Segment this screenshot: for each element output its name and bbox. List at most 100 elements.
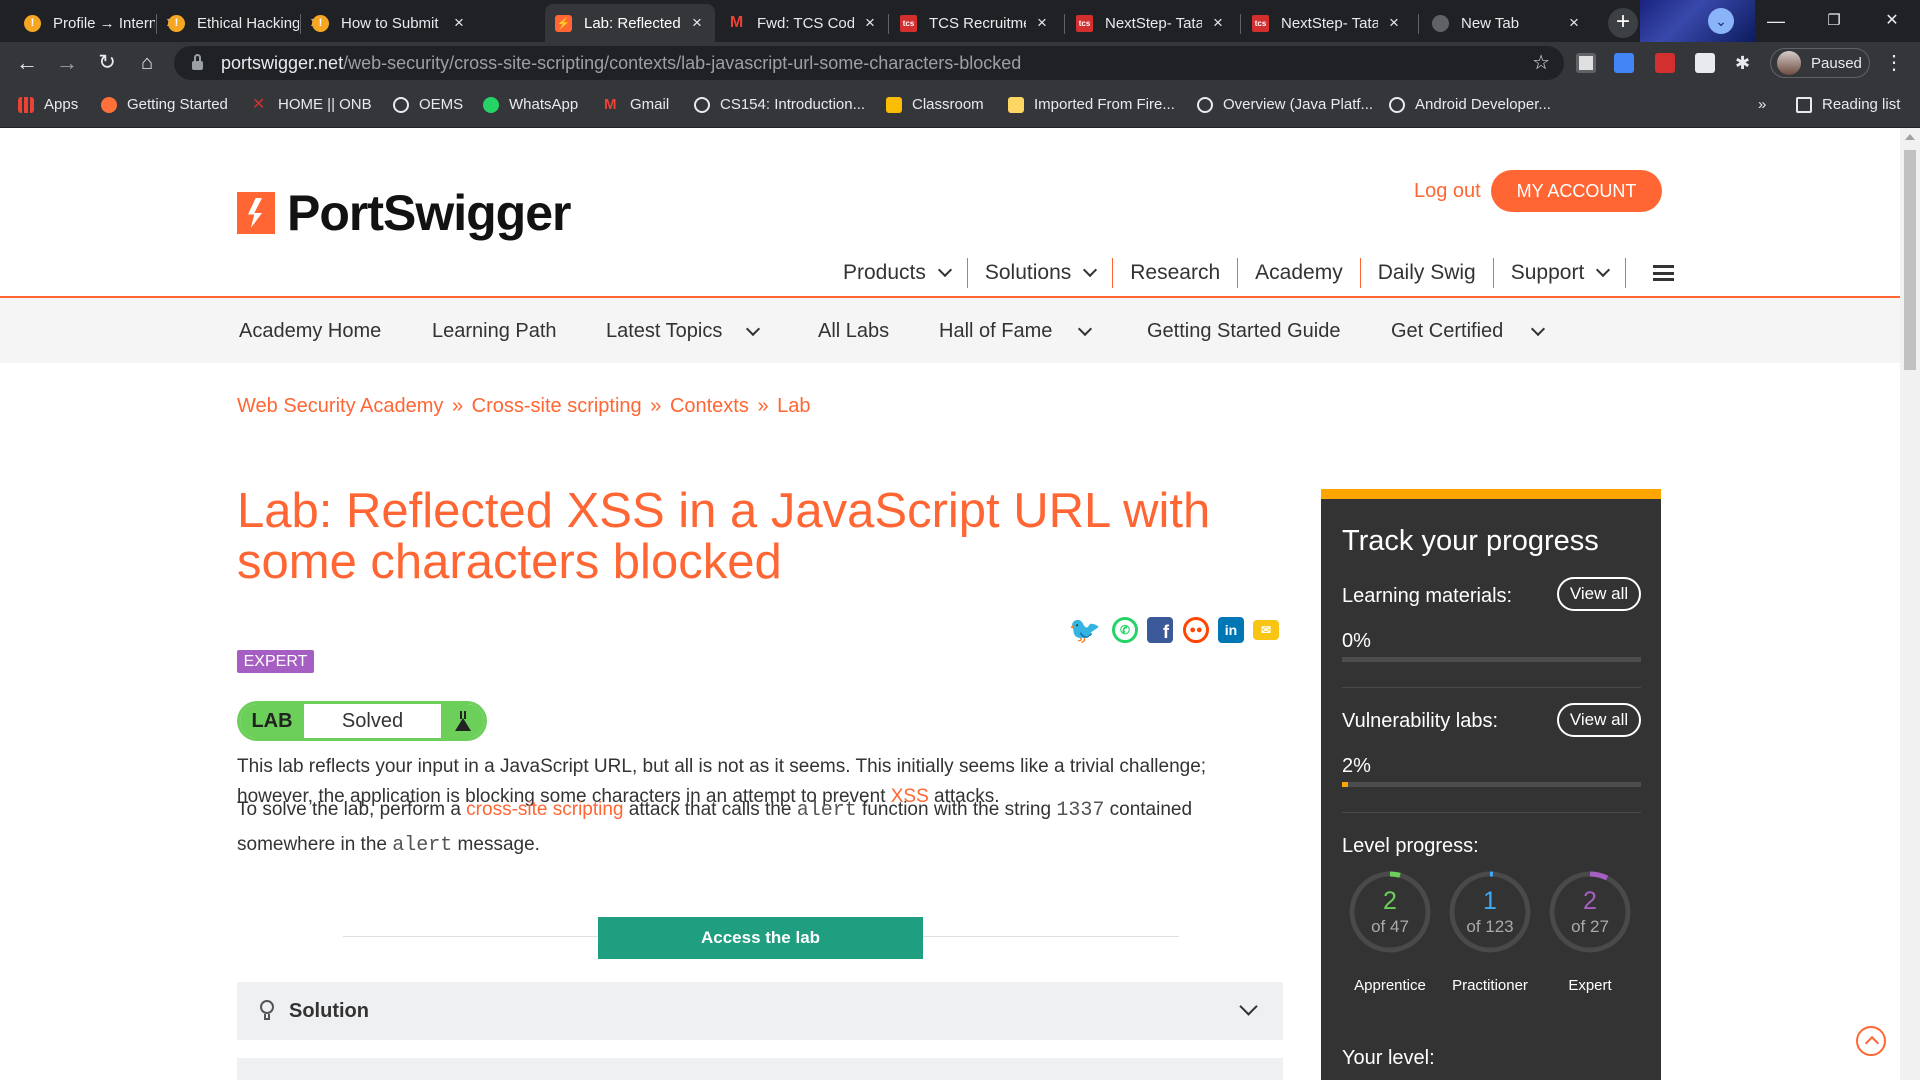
whatsapp-icon[interactable]: ✆ bbox=[1112, 617, 1138, 643]
close-icon[interactable]: × bbox=[1034, 13, 1050, 33]
puzzle-extensions-icon[interactable]: ✱ bbox=[1735, 53, 1755, 73]
breadcrumb-web-security-academy[interactable]: Web Security Academy bbox=[237, 395, 443, 417]
close-icon[interactable]: × bbox=[1386, 13, 1402, 33]
subnav-learning-path[interactable]: Learning Path bbox=[432, 320, 557, 343]
reading-list-button[interactable]: Reading list bbox=[1796, 96, 1900, 113]
breadcrumb-lab[interactable]: Lab bbox=[777, 395, 810, 417]
tab-nextstep-tata-1[interactable]: tcs NextStep- Tata × bbox=[1066, 4, 1236, 42]
close-icon[interactable]: × bbox=[862, 13, 878, 33]
linkedin-icon[interactable]: in bbox=[1218, 617, 1244, 643]
tab-how-to-submit[interactable]: ! How to Submit × bbox=[302, 4, 477, 42]
nav-solutions[interactable]: Solutions bbox=[968, 258, 1114, 288]
tab-divider bbox=[300, 14, 301, 34]
nav-menu[interactable] bbox=[1626, 258, 1691, 288]
email-icon[interactable]: ✉ bbox=[1253, 620, 1279, 640]
portswigger-logo[interactable]: PortSwigger bbox=[237, 184, 571, 242]
google-translate-icon[interactable] bbox=[1614, 53, 1634, 73]
page-scrollbar[interactable] bbox=[1900, 128, 1920, 1080]
bookmark-home-onb[interactable]: ✕ HOME || ONB bbox=[252, 96, 372, 113]
window-close-button[interactable]: ✕ bbox=[1872, 6, 1912, 36]
portswigger-logo-icon bbox=[237, 192, 275, 234]
subnav-label: Latest Topics bbox=[606, 320, 723, 342]
tab-nextstep-tata-2[interactable]: tcs NextStep- Tata × bbox=[1242, 4, 1412, 42]
subnav-getting-started-guide[interactable]: Getting Started Guide bbox=[1147, 320, 1340, 343]
bookmark-android-developer[interactable]: Android Developer... bbox=[1389, 96, 1551, 113]
subnav-academy-home[interactable]: Academy Home bbox=[239, 320, 381, 343]
labs-view-all-button[interactable]: View all bbox=[1557, 703, 1641, 737]
twitter-icon[interactable]: 🐦 bbox=[1069, 615, 1101, 645]
solution-accordion[interactable]: Solution bbox=[237, 982, 1283, 1040]
restore-button[interactable]: ❐ bbox=[1814, 6, 1854, 36]
tab-new-tab[interactable]: New Tab × bbox=[1422, 4, 1592, 42]
forward-arrow-icon[interactable]: → bbox=[52, 48, 82, 78]
facebook-icon[interactable]: f bbox=[1147, 617, 1173, 643]
extension-icon[interactable] bbox=[1576, 53, 1596, 73]
nav-research[interactable]: Research bbox=[1113, 258, 1239, 288]
scroll-up-icon[interactable] bbox=[1905, 134, 1915, 140]
my-account-button[interactable]: MY ACCOUNT bbox=[1491, 170, 1662, 212]
tab-favicon-icon: ! bbox=[312, 14, 329, 32]
browser-toolbar: ← → ↻ ⌂ portswigger.net/web-security/cro… bbox=[0, 42, 1920, 84]
bookmark-oems[interactable]: OEMS bbox=[393, 96, 463, 113]
bookmark-gmail[interactable]: M Gmail bbox=[604, 96, 669, 113]
learning-view-all-button[interactable]: View all bbox=[1557, 577, 1641, 611]
close-icon[interactable]: × bbox=[1210, 13, 1226, 33]
chevron-down-icon bbox=[937, 262, 952, 278]
bookmark-apps[interactable]: Apps bbox=[18, 96, 78, 113]
tab-tcs-recruitment[interactable]: tcs TCS Recruitme × bbox=[890, 4, 1060, 42]
bookmark-classroom[interactable]: Classroom bbox=[886, 96, 984, 113]
nav-daily-swig[interactable]: Daily Swig bbox=[1361, 258, 1494, 288]
bookmark-label: OEMS bbox=[419, 96, 464, 113]
subnav-get-certified[interactable]: Get Certified bbox=[1391, 320, 1546, 343]
top-navigation: Products Solutions Research Academy Dail… bbox=[826, 258, 1691, 288]
subnav-latest-topics[interactable]: Latest Topics bbox=[606, 320, 761, 343]
tab-fwd-tcs-code[interactable]: M Fwd: TCS Code × bbox=[718, 4, 888, 42]
new-tab-button[interactable]: + bbox=[1608, 8, 1638, 38]
bookmark-java-overview[interactable]: Overview (Java Platf... bbox=[1197, 96, 1373, 113]
reading-list-icon bbox=[1796, 96, 1812, 113]
minimize-button[interactable]: — bbox=[1756, 6, 1796, 36]
nav-products[interactable]: Products bbox=[826, 258, 968, 288]
reload-icon[interactable]: ↻ bbox=[92, 48, 122, 78]
bookmark-label: Android Developer... bbox=[1415, 96, 1551, 113]
profile-button[interactable]: Paused bbox=[1770, 48, 1870, 78]
nav-support[interactable]: Support bbox=[1494, 258, 1627, 288]
tab-lab-reflected[interactable]: ⚡ Lab: Reflected × bbox=[545, 4, 715, 42]
close-icon[interactable]: × bbox=[451, 13, 467, 33]
back-arrow-icon[interactable]: ← bbox=[12, 48, 42, 78]
menu-kebab-icon[interactable]: ⋮ bbox=[1884, 48, 1904, 78]
lab-status-widget: LAB Solved bbox=[237, 701, 487, 741]
bookmark-label: Getting Started bbox=[127, 96, 228, 113]
bookmark-whatsapp[interactable]: WhatsApp bbox=[483, 96, 578, 113]
bookmark-label: HOME || ONB bbox=[278, 96, 372, 113]
difficulty-badge: EXPERT bbox=[237, 650, 314, 673]
subnav-hall-of-fame[interactable]: Hall of Fame bbox=[939, 320, 1093, 343]
nav-academy[interactable]: Academy bbox=[1238, 258, 1361, 288]
tab-label: Ethical Hacking bbox=[197, 14, 299, 32]
back-to-top-icon[interactable] bbox=[1856, 1026, 1886, 1056]
logout-link[interactable]: Log out bbox=[1414, 180, 1481, 203]
close-icon[interactable]: × bbox=[689, 13, 705, 33]
next-accordion[interactable] bbox=[237, 1058, 1283, 1080]
access-the-lab-button[interactable]: Access the lab bbox=[598, 917, 923, 959]
bookmark-imported-firefox[interactable]: Imported From Fire... bbox=[1008, 96, 1175, 113]
nav-label: Support bbox=[1510, 261, 1585, 284]
cross-site-scripting-link[interactable]: cross-site scripting bbox=[466, 799, 623, 820]
scrollbar-thumb[interactable] bbox=[1904, 150, 1916, 370]
tab-label: TCS Recruitme bbox=[929, 14, 1026, 32]
chevron-down-icon bbox=[1531, 321, 1546, 336]
close-icon[interactable]: × bbox=[1566, 13, 1582, 33]
subnav-all-labs[interactable]: All Labs bbox=[818, 320, 889, 343]
breadcrumb-cross-site-scripting[interactable]: Cross-site scripting bbox=[472, 395, 642, 417]
bookmark-getting-started[interactable]: Getting Started bbox=[101, 96, 228, 113]
bookmark-cs154[interactable]: CS154: Introduction... bbox=[694, 96, 865, 113]
pdf-icon[interactable] bbox=[1655, 53, 1675, 73]
address-bar[interactable]: portswigger.net/web-security/cross-site-… bbox=[174, 46, 1564, 80]
tab-search-icon[interactable]: ⌄ bbox=[1708, 8, 1734, 34]
home-icon[interactable]: ⌂ bbox=[132, 48, 162, 78]
breadcrumb-contexts[interactable]: Contexts bbox=[670, 395, 749, 417]
bookmark-star-icon[interactable]: ☆ bbox=[1532, 50, 1550, 75]
bookmarks-overflow-button[interactable]: » bbox=[1758, 96, 1766, 113]
reddit-icon[interactable]: ●● bbox=[1183, 617, 1209, 643]
form-extension-icon[interactable] bbox=[1695, 53, 1715, 73]
